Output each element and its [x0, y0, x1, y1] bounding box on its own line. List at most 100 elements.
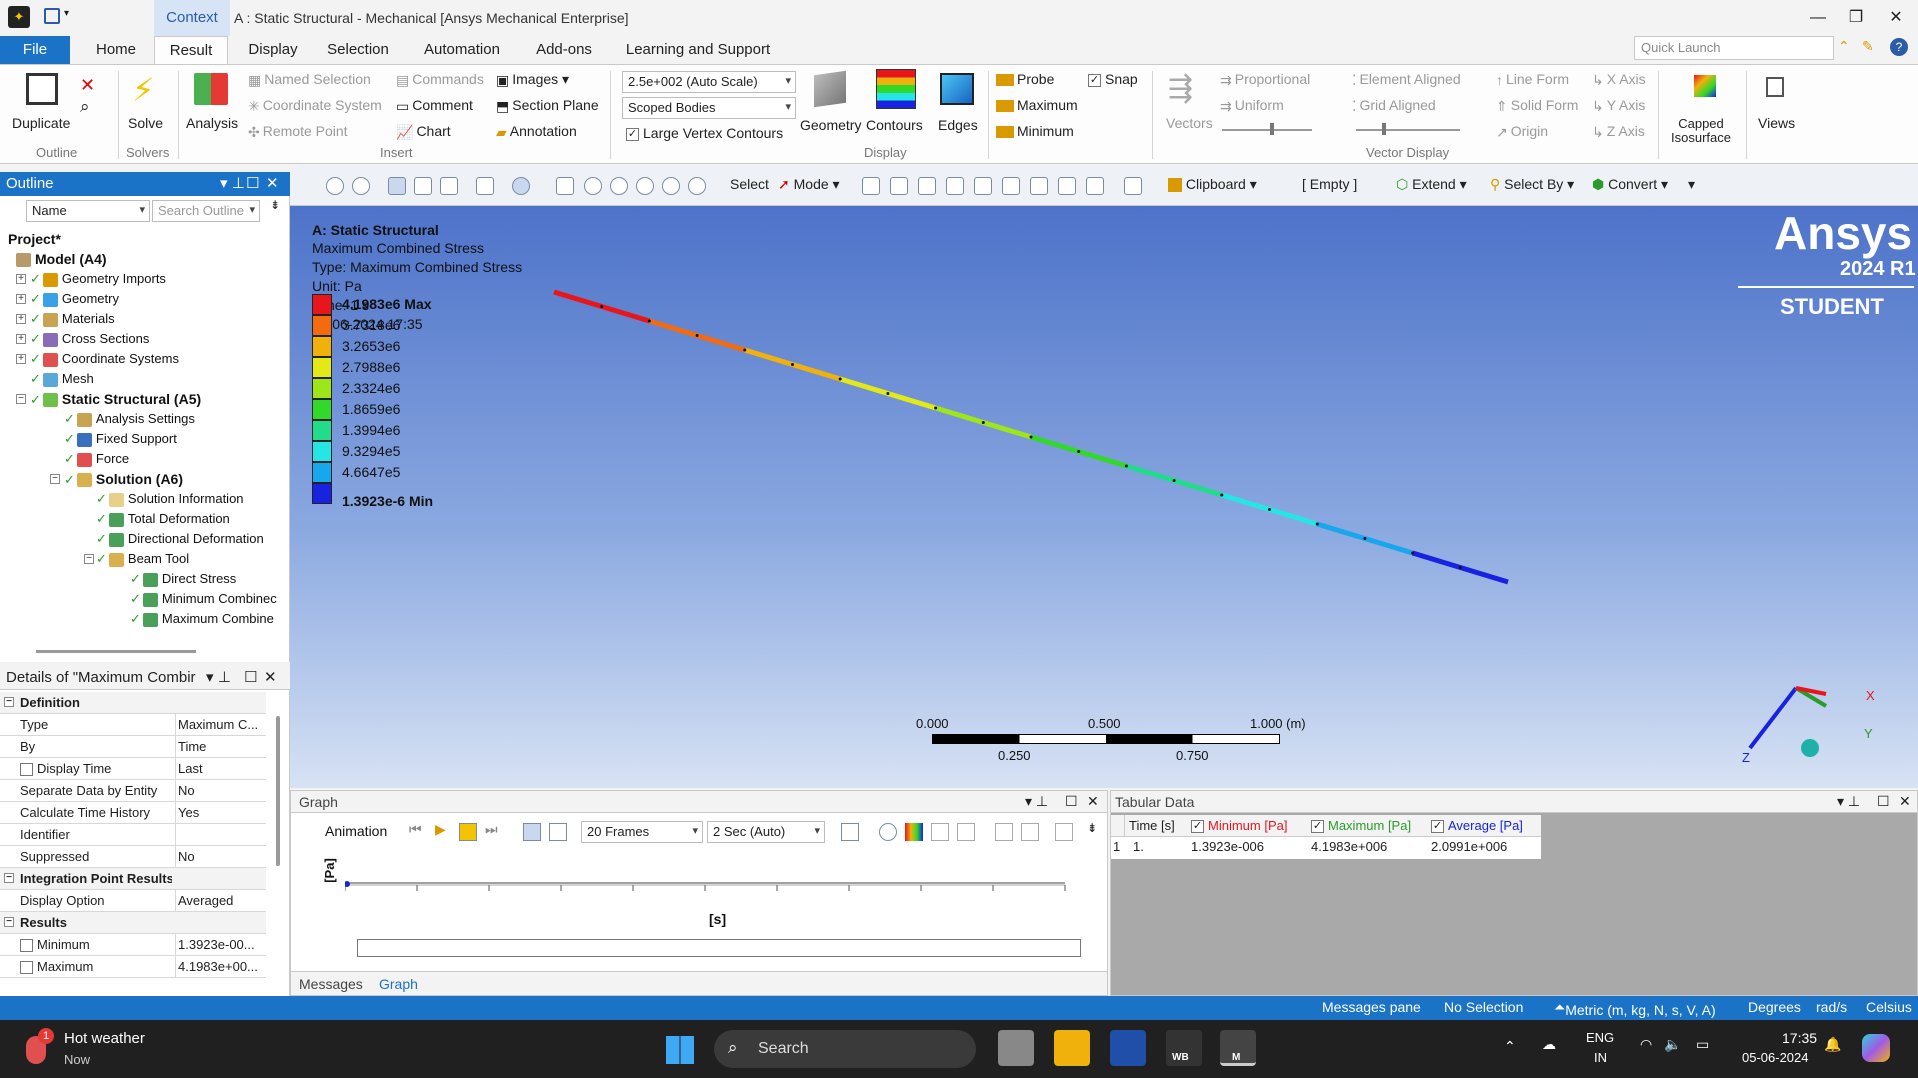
front-view-icon[interactable]	[414, 177, 432, 195]
box-zoom-icon[interactable]	[476, 177, 494, 195]
tree-materials[interactable]: ✓ Materials	[30, 310, 115, 328]
duplicate-icon[interactable]	[26, 73, 58, 105]
onedrive-icon[interactable]: ☁	[1542, 1036, 1556, 1053]
tree-solution-information[interactable]: ✓ Solution Information	[96, 490, 244, 508]
graph-tool-1-icon[interactable]	[931, 823, 949, 841]
vector-length-slider-thumb[interactable]	[1270, 123, 1274, 135]
rotate-icon[interactable]	[512, 177, 530, 195]
images-button[interactable]: ▣ Images ▾	[496, 71, 569, 89]
zoom-graph-icon[interactable]	[879, 823, 897, 841]
duration-select[interactable]: 2 Sec (Auto)	[707, 821, 825, 843]
select-misc2-icon[interactable]	[1086, 177, 1104, 195]
named-selection-button[interactable]: ▦ Named Selection	[248, 71, 371, 89]
details-close-icon[interactable]: ✕	[264, 666, 277, 690]
details-row-separate-data[interactable]: Separate Data by Entity No	[0, 780, 266, 802]
zoom-box-icon[interactable]	[636, 177, 654, 195]
frames-select[interactable]: 20 Frames	[581, 821, 703, 843]
taskbar-search[interactable]: ⌕ Search	[714, 1030, 976, 1068]
graph-pin-icon[interactable]: ▾ ⊥	[1025, 793, 1048, 810]
section-plane-button[interactable]: ⬒ Section Plane	[496, 97, 599, 115]
lang-1[interactable]: ENG	[1586, 1030, 1614, 1045]
collapse-ribbon-icon[interactable]: ⌃	[1838, 38, 1850, 55]
contours-button[interactable]: Contours	[866, 117, 923, 133]
details-pin-icon[interactable]: ▾ ⊥	[206, 666, 231, 690]
line-form-button[interactable]: ↑ Line Form	[1496, 71, 1569, 88]
tree-minimum-combined[interactable]: ✓ Minimum Combinec	[130, 590, 277, 608]
clock-time[interactable]: 17:35	[1782, 1030, 1817, 1046]
graph-tool-4-icon[interactable]	[1021, 823, 1039, 841]
graphics-viewport[interactable]: A: Static Structural Maximum Combined St…	[290, 206, 1918, 788]
uniform-button[interactable]: ⇉ Uniform	[1220, 97, 1284, 115]
graph-close-icon[interactable]: ✕	[1087, 793, 1099, 810]
file-explorer-icon[interactable]	[1054, 1030, 1090, 1066]
find-icon[interactable]: ⌕	[80, 97, 90, 117]
select-face-icon[interactable]	[918, 177, 936, 195]
outline-search-input[interactable]: Search Outline	[152, 200, 260, 222]
scoped-bodies-select[interactable]: Scoped Bodies	[622, 97, 796, 119]
snap-checkbox[interactable]: ✓ Snap	[1088, 71, 1138, 87]
tab-learning-support[interactable]: Learning and Support	[618, 36, 778, 64]
save-icon[interactable]	[44, 8, 60, 24]
edges-button[interactable]: Edges	[938, 117, 978, 133]
axis-triad[interactable]	[1740, 668, 1860, 768]
details-section-integration[interactable]: − Integration Point Results	[0, 868, 266, 890]
weather-label[interactable]: Hot weather	[64, 1030, 145, 1047]
minimum-button[interactable]: Minimum	[996, 123, 1074, 139]
outline-pin-icon[interactable]: ▾ ⊥	[220, 172, 245, 196]
grid-aligned-button[interactable]: ⁚ Grid Aligned	[1352, 97, 1436, 115]
tray-overflow-icon[interactable]: ⌃	[1504, 1038, 1516, 1055]
large-vertex-contours-checkbox[interactable]: ✓ Large Vertex Contours	[626, 125, 783, 141]
z-axis-button[interactable]: ↳ Z Axis	[1592, 123, 1645, 141]
intellij-icon[interactable]	[1110, 1030, 1146, 1066]
graph-overflow-icon[interactable]: ⇟	[1087, 821, 1097, 835]
geometry-button[interactable]: Geometry	[800, 117, 861, 133]
details-row-display-option[interactable]: Display Option Averaged	[0, 890, 266, 912]
tree-mesh[interactable]: ✓ Mesh	[30, 370, 94, 388]
tree-analysis-settings[interactable]: ✓ Analysis Settings	[64, 410, 195, 428]
file-tab[interactable]: File	[0, 36, 70, 64]
tab-selection[interactable]: Selection	[318, 36, 398, 64]
col-average[interactable]: ✓ Average [Pa]	[1431, 818, 1523, 834]
restore-icon[interactable]: ❐	[1844, 6, 1868, 30]
chart-button[interactable]: 📈 Chart	[396, 123, 451, 141]
iso-view-icon[interactable]	[388, 177, 406, 195]
table-row[interactable]: 1 1. 1.3923e-006 4.1983e+006 2.0991e+006	[1111, 837, 1541, 857]
graph-timeline-bar[interactable]	[357, 939, 1081, 957]
tab-result[interactable]: Result	[154, 36, 228, 64]
solve-button[interactable]: Solve	[128, 115, 163, 131]
magnifier-icon[interactable]	[662, 177, 680, 195]
stop-icon[interactable]	[459, 823, 477, 841]
convert-button[interactable]: ⬢ Convert ▾	[1592, 176, 1668, 193]
select-edge-icon[interactable]	[890, 177, 908, 195]
workbench-icon[interactable]: WB	[1166, 1030, 1202, 1066]
notification-icon[interactable]: 🔔	[1824, 1036, 1841, 1053]
details-vscrollbar[interactable]	[276, 716, 280, 866]
details-row-suppressed[interactable]: Suppressed No	[0, 846, 266, 868]
views-button[interactable]: Views	[1758, 115, 1795, 131]
tab-automation[interactable]: Automation	[414, 36, 510, 64]
details-maximize-icon[interactable]: ☐	[244, 666, 257, 690]
tree-total-deformation[interactable]: ✓ Total Deformation	[96, 510, 230, 528]
tree-cross-sections[interactable]: ✓ Cross Sections	[30, 330, 149, 348]
outline-name-filter[interactable]: Name	[26, 200, 150, 222]
zoom-to-fit-icon[interactable]	[610, 177, 628, 195]
tree-beam-tool[interactable]: ✓ Beam Tool	[96, 550, 189, 568]
col-time[interactable]: Time [s]	[1129, 818, 1175, 833]
col-maximum[interactable]: ✓ Maximum [Pa]	[1311, 818, 1411, 834]
select-misc1-icon[interactable]	[1058, 177, 1076, 195]
graph-tool-3-icon[interactable]	[995, 823, 1013, 841]
export-video-icon[interactable]	[841, 823, 859, 841]
tab-display[interactable]: Display	[238, 36, 308, 64]
extend-button[interactable]: ⬡ Extend ▾	[1396, 176, 1467, 193]
element-aligned-button[interactable]: ⁚ Element Aligned	[1352, 71, 1461, 89]
graph-tool-2-icon[interactable]	[957, 823, 975, 841]
clipboard-button[interactable]: Clipboard ▾	[1168, 176, 1257, 193]
volume-icon[interactable]: 🔈	[1664, 1036, 1681, 1053]
vectors-icon[interactable]: ⇶	[1168, 71, 1193, 106]
contours-icon[interactable]	[876, 69, 916, 109]
select-body-icon[interactable]	[946, 177, 964, 195]
tree-solution[interactable]: ✓ Solution (A6)	[64, 470, 183, 488]
tabular-pin-icon[interactable]: ▾ ⊥	[1837, 793, 1860, 810]
select-element-icon[interactable]	[1002, 177, 1020, 195]
graph-time-axis[interactable]	[345, 873, 1085, 903]
